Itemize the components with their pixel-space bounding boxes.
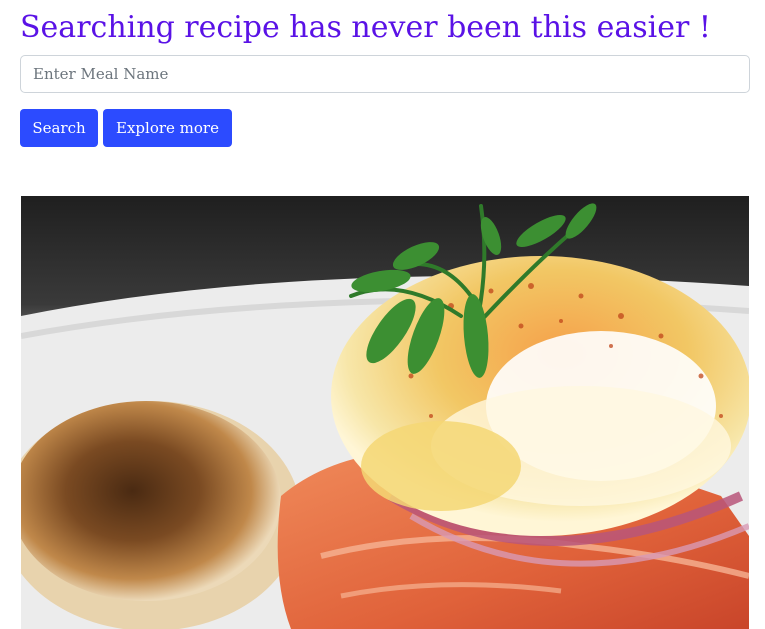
hero-food-image	[21, 196, 749, 629]
explore-more-button[interactable]: Explore more	[103, 109, 232, 147]
page-title: Searching recipe has never been this eas…	[20, 10, 711, 45]
food-photo-illustration	[21, 196, 749, 629]
meal-search-input[interactable]	[20, 55, 750, 93]
search-button[interactable]: Search	[20, 109, 98, 147]
page: Searching recipe has never been this eas…	[0, 0, 765, 629]
